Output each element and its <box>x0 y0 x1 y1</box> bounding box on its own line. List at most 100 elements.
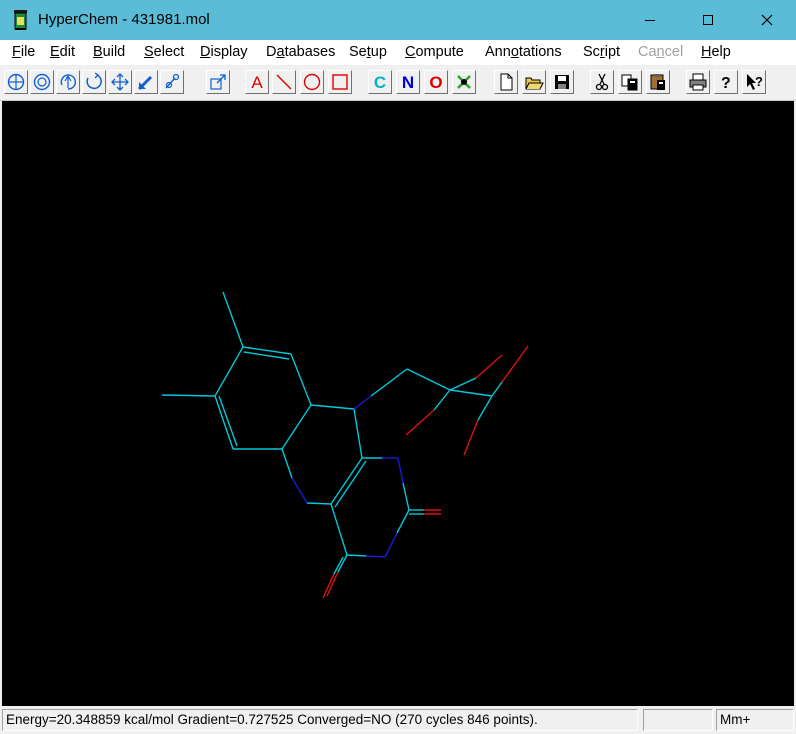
menu-edit-mnemonic: E <box>50 44 60 60</box>
menu-annotations-text-a: Ann <box>485 44 511 60</box>
ellipse-annotation-button[interactable] <box>300 70 324 94</box>
copy-button[interactable] <box>618 70 642 94</box>
print-button[interactable] <box>686 70 710 94</box>
cut-button[interactable] <box>590 70 614 94</box>
oxygen-element-button[interactable]: O <box>424 70 448 94</box>
menu-help[interactable]: Help <box>701 44 731 60</box>
menu-build[interactable]: Build <box>93 44 125 60</box>
menu-databases-text-a: D <box>266 44 277 60</box>
menu-cancel-mnemonic: n <box>656 44 665 60</box>
maximize-icon <box>702 15 713 25</box>
molecule-structure <box>161 291 529 599</box>
status-mode: Mm+ <box>716 709 794 731</box>
open-file-icon <box>525 77 544 90</box>
z-rotation-tool-button[interactable] <box>30 70 54 94</box>
z-rotation-circle-button[interactable] <box>82 70 106 94</box>
drawing-tool-button[interactable] <box>160 70 184 94</box>
drawing-tool-icon <box>165 73 180 89</box>
close-button[interactable] <box>738 0 795 40</box>
z-rotation-circle-icon <box>86 72 102 90</box>
translate-cross-button[interactable] <box>108 70 132 94</box>
menu-select-mnemonic: S <box>144 44 154 60</box>
xy-translation-button[interactable] <box>56 70 80 94</box>
new-file-icon <box>500 73 513 91</box>
window-title: HyperChem - 431981.mol <box>38 11 210 28</box>
menu-script[interactable]: Script <box>583 44 620 60</box>
menu-compute[interactable]: Compute <box>405 44 464 60</box>
line-annotation-button[interactable] <box>272 70 296 94</box>
zoom-box-button[interactable] <box>206 70 230 94</box>
hyperchem-flask-icon <box>14 10 27 30</box>
paste-button[interactable] <box>646 70 670 94</box>
minimize-icon <box>644 20 655 21</box>
menu-annotations-text-b: tations <box>518 44 562 60</box>
menu-display-text-b: isplay <box>210 44 248 60</box>
text-annotation-icon: A <box>251 73 263 92</box>
menu-file-text-b: ile <box>20 44 36 60</box>
status-blank-panel <box>643 709 713 731</box>
menu-help-text-b: elp <box>711 44 731 60</box>
menu-setup[interactable]: Setup <box>349 44 387 60</box>
copy-icon <box>621 74 638 91</box>
svg-text:?: ? <box>721 75 731 92</box>
menu-select[interactable]: Select <box>144 44 184 60</box>
carbon-element-button[interactable]: C <box>368 70 392 94</box>
new-file-button[interactable] <box>494 70 518 94</box>
menu-display-mnemonic: D <box>200 44 211 60</box>
paste-icon <box>650 74 665 90</box>
menu-cancel-text-b: cel <box>664 44 684 60</box>
menu-build-mnemonic: B <box>93 44 103 60</box>
menu-build-text-b: uild <box>102 44 126 60</box>
z-rotation-tool-icon <box>33 73 51 91</box>
menu-setup-text-a: Se <box>349 44 367 60</box>
select-element-icon <box>457 75 471 89</box>
magnify-tool-button[interactable] <box>134 70 158 94</box>
status-bar: Energy=20.348859 kcal/mol Gradient=0.727… <box>0 706 796 734</box>
menu-bar: File Edit Build Select Display Databases… <box>0 40 796 65</box>
menu-cancel: Cancel <box>638 44 683 60</box>
toolbar: A C N O ? ? <box>0 66 796 101</box>
nitrogen-element-button[interactable]: N <box>396 70 420 94</box>
print-icon <box>689 73 707 91</box>
save-file-icon <box>555 75 569 89</box>
menu-script-text-b: ipt <box>604 44 621 60</box>
menu-file-mnemonic: F <box>12 44 21 60</box>
xy-rotation-tool-button[interactable] <box>4 70 28 94</box>
menu-databases-text-b: tabases <box>284 44 336 60</box>
maximize-button[interactable] <box>679 0 736 40</box>
menu-display[interactable]: Display <box>200 44 248 60</box>
svg-text:?: ? <box>755 74 763 89</box>
help-icon: ? <box>721 75 731 92</box>
oxygen-bonds <box>322 345 529 599</box>
context-help-button[interactable]: ? <box>742 70 766 94</box>
title-bar[interactable]: HyperChem - 431981.mol <box>0 0 796 40</box>
text-annotation-button[interactable]: A <box>245 70 269 94</box>
cut-icon <box>595 73 609 91</box>
nitrogen-element-label: N <box>401 73 415 92</box>
menu-file[interactable]: File <box>12 44 35 60</box>
help-button[interactable]: ? <box>714 70 738 94</box>
menu-databases[interactable]: Databases <box>266 44 335 60</box>
minimize-button[interactable] <box>621 0 678 40</box>
menu-script-text-a: Sc <box>583 44 600 60</box>
save-file-button[interactable] <box>550 70 574 94</box>
translate-cross-icon <box>111 73 129 91</box>
oxygen-element-label: O <box>429 73 443 92</box>
menu-cancel-text-a: Ca <box>638 44 657 60</box>
menu-annotations[interactable]: Annotations <box>485 44 562 60</box>
carbon-bonds <box>161 291 503 575</box>
menu-edit[interactable]: Edit <box>50 44 75 60</box>
menu-annotations-mnemonic: o <box>510 44 519 60</box>
menu-compute-mnemonic: C <box>405 44 416 60</box>
molecule-workspace[interactable] <box>2 101 794 706</box>
select-element-button[interactable] <box>452 70 476 94</box>
ellipse-annotation-icon <box>303 73 321 91</box>
open-file-button[interactable] <box>522 70 546 94</box>
rectangle-annotation-button[interactable] <box>328 70 352 94</box>
carbon-element-label: C <box>373 73 387 92</box>
menu-help-mnemonic: H <box>701 44 712 60</box>
zoom-box-icon <box>210 74 226 90</box>
xy-translation-icon <box>60 74 76 90</box>
status-message: Energy=20.348859 kcal/mol Gradient=0.727… <box>2 709 638 731</box>
rectangle-annotation-icon <box>332 74 348 90</box>
